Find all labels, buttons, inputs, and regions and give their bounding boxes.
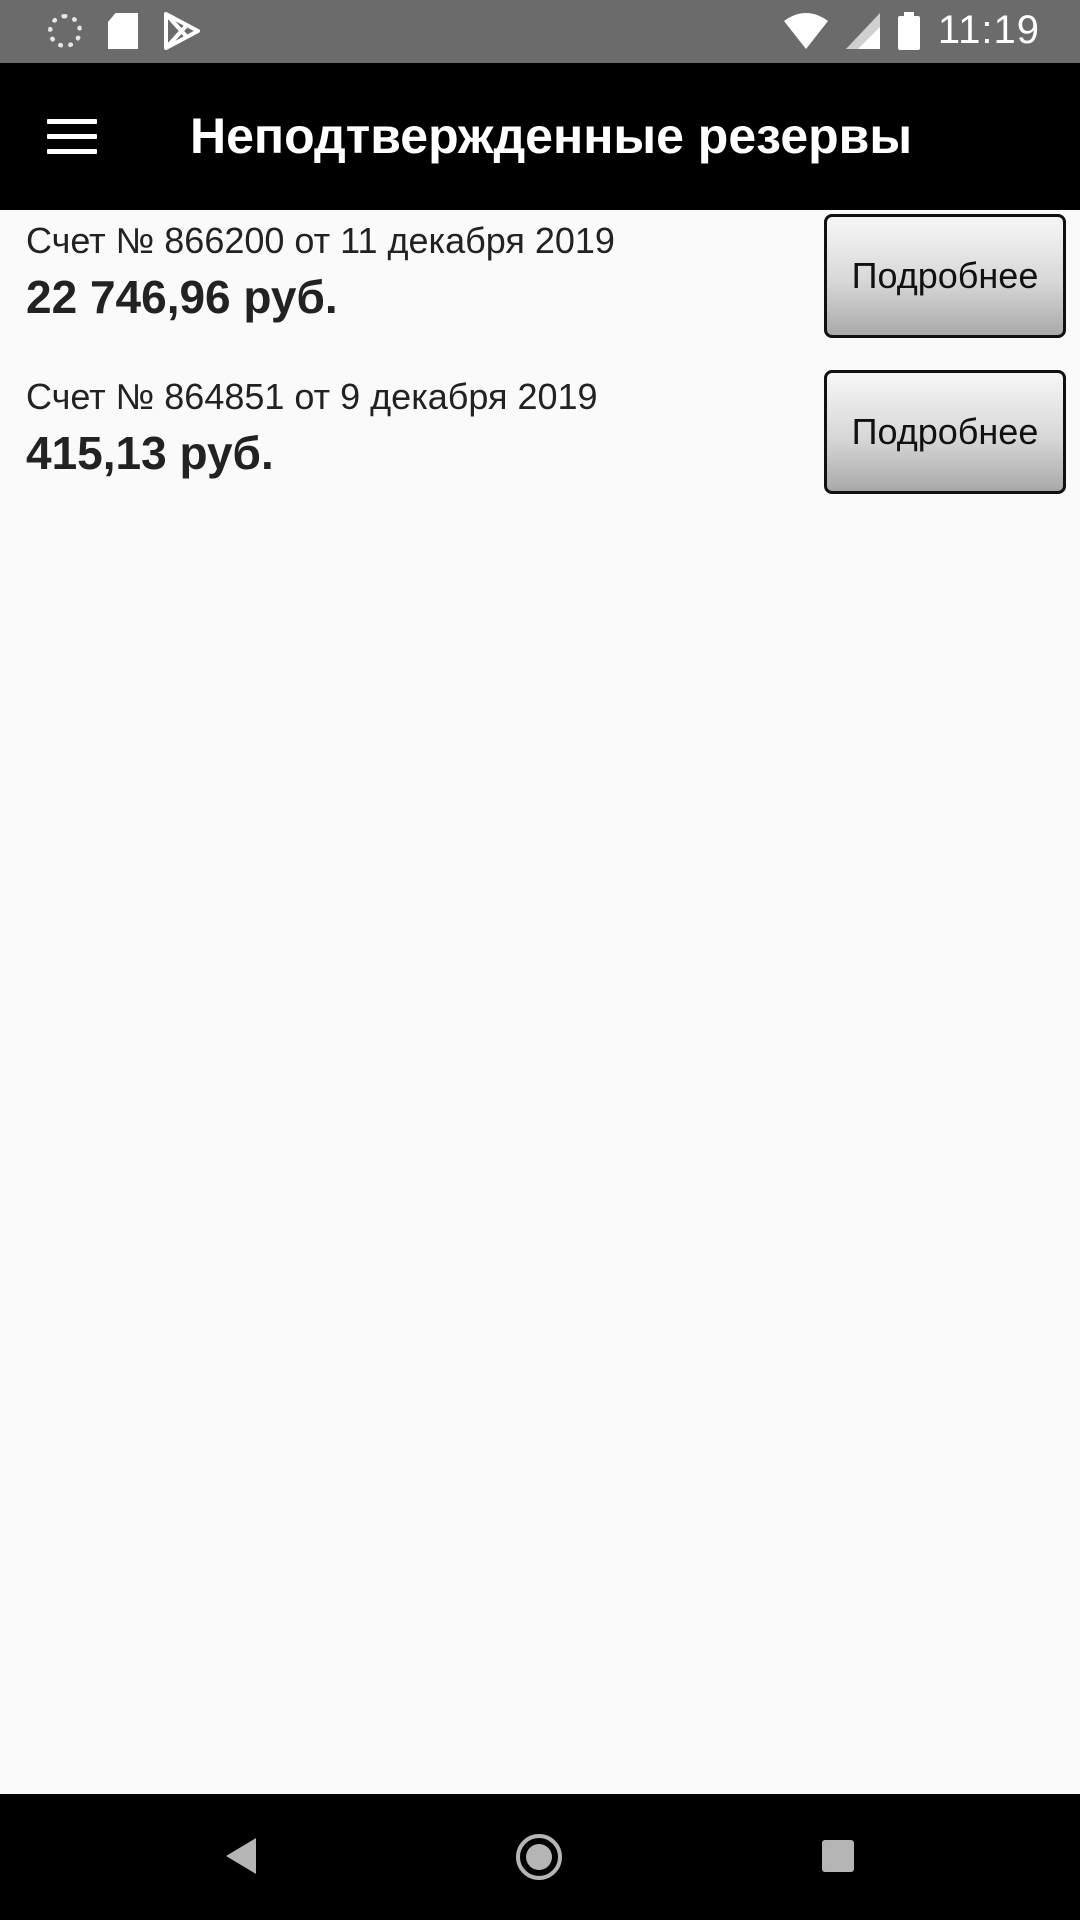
page-title: Неподтвержденные резервы <box>190 108 913 164</box>
details-button[interactable]: Подробнее <box>824 370 1066 494</box>
invoice-amount: 22 746,96 руб. <box>26 271 338 323</box>
hamburger-menu-icon <box>47 118 97 124</box>
invoice-list: Счет № 866200 от 11 декабря 2019 22 746,… <box>0 210 1080 522</box>
home-icon[interactable] <box>516 1834 562 1880</box>
hamburger-menu-icon-line <box>47 148 97 154</box>
home-icon-inner <box>526 1844 552 1870</box>
recents-icon[interactable] <box>822 1840 854 1872</box>
list-item: Счет № 864851 от 9 декабря 2019 415,13 р… <box>0 366 1080 522</box>
wifi-icon <box>783 12 828 49</box>
status-bar-left <box>48 12 200 50</box>
status-bar-right: 11:19 <box>783 8 1040 53</box>
back-icon[interactable] <box>226 1838 256 1874</box>
battery-icon <box>897 11 920 50</box>
details-button[interactable]: Подробнее <box>824 214 1066 338</box>
invoice-title: Счет № 864851 от 9 декабря 2019 <box>26 376 598 417</box>
invoice-amount: 415,13 руб. <box>26 427 274 479</box>
sd-card-icon <box>108 13 138 49</box>
app-bar: Неподтвержденные резервы <box>0 63 1080 210</box>
screen: 11:19 Неподтвержденные резервы Счет № 86… <box>0 0 1080 1920</box>
status-time: 11:19 <box>937 8 1040 52</box>
status-bar: 11:19 <box>0 0 1080 63</box>
spinner-icon <box>48 14 82 48</box>
list-item: Счет № 866200 от 11 декабря 2019 22 746,… <box>0 210 1080 366</box>
signal-icon <box>845 12 880 49</box>
play-store-icon <box>164 12 200 50</box>
navigation-bar <box>0 1794 1080 1920</box>
invoice-title: Счет № 866200 от 11 декабря 2019 <box>26 220 615 261</box>
hamburger-menu-icon-line <box>47 133 97 139</box>
menu-button[interactable] <box>32 101 112 171</box>
